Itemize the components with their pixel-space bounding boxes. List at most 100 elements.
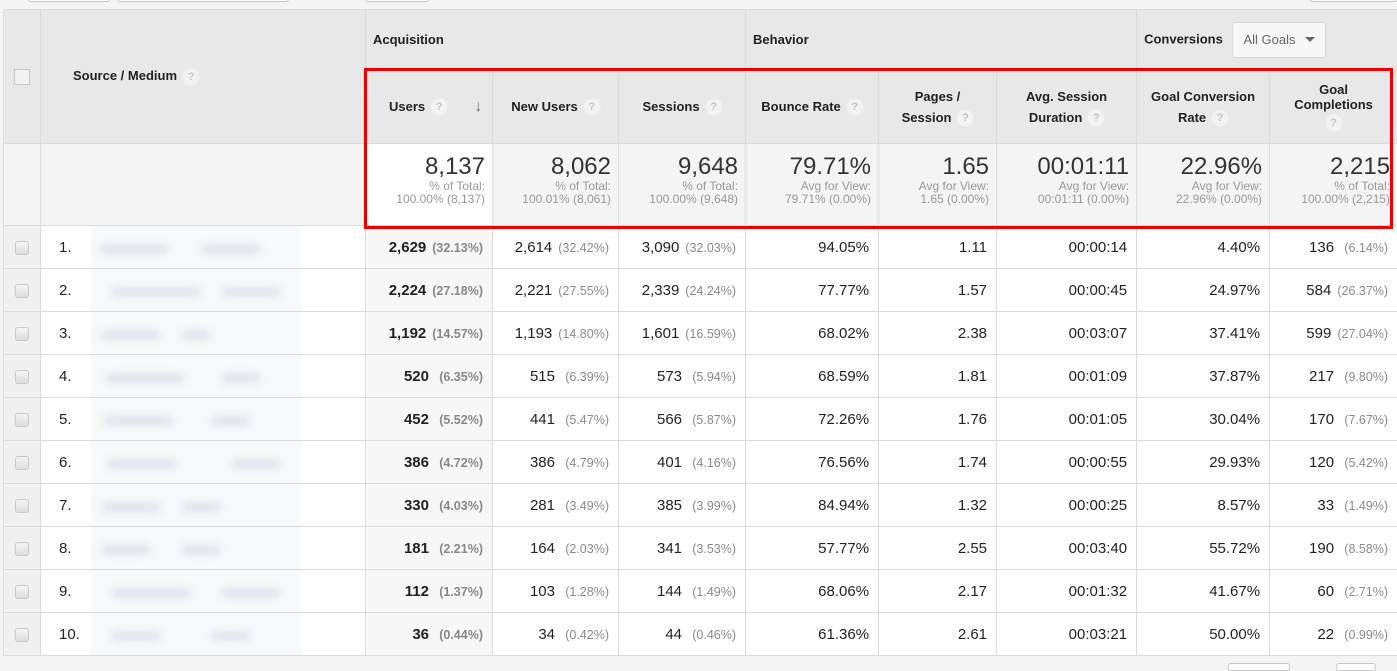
redacted-text xyxy=(181,545,221,555)
help-icon[interactable]: ? xyxy=(1326,115,1342,131)
toolbar-control[interactable] xyxy=(28,0,110,2)
percent-of-total: (3.53%) xyxy=(688,542,736,556)
table-row[interactable]: 5. 452(5.52%) 441(5.47%) 566(5.87%) 72.2… xyxy=(4,398,1397,441)
column-header-avg-session-duration[interactable]: Avg. Session Duration? xyxy=(997,70,1137,144)
value: 386 xyxy=(404,454,429,471)
source-medium-cell: 8. xyxy=(41,527,366,570)
value: 181 xyxy=(404,540,429,557)
pagination-control[interactable] xyxy=(1228,663,1290,671)
row-checkbox[interactable] xyxy=(15,585,29,599)
cell-users: 452(5.52%) xyxy=(366,398,493,441)
goal-selector-dropdown[interactable]: All Goals xyxy=(1232,22,1326,58)
help-icon[interactable]: ? xyxy=(847,99,863,115)
dimension-header[interactable]: Source / Medium? xyxy=(41,10,366,144)
cell-users: 2,629(32.13%) xyxy=(366,226,493,269)
source-medium-link-redacted[interactable] xyxy=(91,484,301,526)
value: 599 xyxy=(1306,325,1331,342)
row-checkbox-cell xyxy=(4,441,41,484)
cell-goal-conversion-rate: 55.72% xyxy=(1137,527,1270,570)
cell-bounce-rate: 68.59% xyxy=(746,355,879,398)
table-row[interactable]: 10. 36(0.44%) 34(0.42%) 44(0.46%) 61.36%… xyxy=(4,613,1397,656)
source-medium-link-redacted[interactable] xyxy=(91,570,301,612)
help-icon[interactable]: ? xyxy=(706,99,722,115)
table-row[interactable]: 8. 181(2.21%) 164(2.03%) 341(3.53%) 57.7… xyxy=(4,527,1397,570)
cell-pages-session: 2.61 xyxy=(879,613,997,656)
source-medium-link-redacted[interactable] xyxy=(91,527,301,569)
percent-of-total: (4.79%) xyxy=(561,456,609,470)
cell-avg-session-duration: 00:03:07 xyxy=(997,312,1137,355)
row-checkbox[interactable] xyxy=(15,284,29,298)
cell-goal-completions: 120(5.42%) xyxy=(1270,441,1397,484)
column-header-pages-session[interactable]: Pages / Session? xyxy=(879,70,997,144)
column-header-bounce-rate[interactable]: Bounce Rate? xyxy=(746,70,879,144)
toolbar-control[interactable] xyxy=(1310,0,1397,2)
redacted-text xyxy=(221,287,281,297)
cell-new-users: 515(6.39%) xyxy=(493,355,619,398)
table-row[interactable]: 6. 386(4.72%) 386(4.79%) 401(4.16%) 76.5… xyxy=(4,441,1397,484)
table-row[interactable]: 1. 2,629(32.13%) 2,614(32.42%) 3,090(32.… xyxy=(4,226,1397,269)
help-icon[interactable]: ? xyxy=(584,99,600,115)
row-checkbox[interactable] xyxy=(15,327,29,341)
column-label: Users xyxy=(389,96,425,117)
table-row[interactable]: 7. 330(4.03%) 281(3.49%) 385(3.99%) 84.9… xyxy=(4,484,1397,527)
table-row[interactable]: 4. 520(6.35%) 515(6.39%) 573(5.94%) 68.5… xyxy=(4,355,1397,398)
cell-new-users: 34(0.42%) xyxy=(493,613,619,656)
column-label-line1: Goal Conversion xyxy=(1151,86,1255,107)
cell-sessions: 1,601(16.59%) xyxy=(619,312,746,355)
source-medium-link-redacted[interactable] xyxy=(91,398,301,440)
totals-checkbox-cell xyxy=(4,144,41,226)
redacted-text xyxy=(181,330,211,340)
column-header-goal-completions[interactable]: Goal Completions ? xyxy=(1270,70,1397,144)
totals-row: 8,137 % of Total: 100.00% (8,137) 8,062 … xyxy=(4,144,1397,226)
cell-pages-session: 1.32 xyxy=(879,484,997,527)
redacted-text xyxy=(101,330,161,340)
table-row[interactable]: 2. 2,224(27.18%) 2,221(27.55%) 2,339(24.… xyxy=(4,269,1397,312)
cell-avg-session-duration: 00:00:45 xyxy=(997,269,1137,312)
source-medium-link-redacted[interactable] xyxy=(91,312,301,354)
source-medium-link-redacted[interactable] xyxy=(91,269,301,311)
source-medium-link-redacted[interactable] xyxy=(91,613,301,655)
percent-of-total: (0.99%) xyxy=(1340,628,1388,642)
redacted-text xyxy=(181,502,221,512)
column-header-new-users[interactable]: New Users? xyxy=(493,70,619,144)
row-checkbox[interactable] xyxy=(15,542,29,556)
toolbar-control[interactable] xyxy=(365,0,429,2)
cell-avg-session-duration: 00:00:25 xyxy=(997,484,1137,527)
value: 281 xyxy=(530,497,555,514)
value: 36 xyxy=(412,626,429,643)
total-new-users: 8,062 % of Total: 100.01% (8,061) xyxy=(493,144,619,226)
column-header-sessions[interactable]: Sessions? xyxy=(619,70,746,144)
row-checkbox-cell xyxy=(4,226,41,269)
column-header-users[interactable]: Users? ↓ xyxy=(366,70,493,144)
toolbar-control[interactable] xyxy=(117,0,289,2)
row-checkbox[interactable] xyxy=(15,413,29,427)
help-icon[interactable]: ? xyxy=(183,69,199,85)
source-medium-link-redacted[interactable] xyxy=(91,441,301,483)
select-all-checkbox[interactable] xyxy=(14,69,30,85)
row-checkbox-cell xyxy=(4,269,41,312)
row-checkbox[interactable] xyxy=(15,456,29,470)
help-icon[interactable]: ? xyxy=(1088,110,1104,126)
value: 164 xyxy=(530,540,555,557)
table-row[interactable]: 3. 1,192(14.57%) 1,193(14.80%) 1,601(16.… xyxy=(4,312,1397,355)
source-medium-link-redacted[interactable] xyxy=(91,355,301,397)
row-checkbox[interactable] xyxy=(15,628,29,642)
row-checkbox[interactable] xyxy=(15,370,29,384)
table-row[interactable]: 9. 112(1.37%) 103(1.28%) 144(1.49%) 68.0… xyxy=(4,570,1397,613)
value: 3,090 xyxy=(642,239,680,256)
percent-of-total: (14.80%) xyxy=(558,327,609,341)
help-icon[interactable]: ? xyxy=(957,110,973,126)
row-checkbox[interactable] xyxy=(15,241,29,255)
redacted-text xyxy=(211,416,251,426)
cell-goal-completions: 217(9.80%) xyxy=(1270,355,1397,398)
column-header-goal-conversion-rate[interactable]: Goal Conversion Rate? xyxy=(1137,70,1270,144)
row-checkbox[interactable] xyxy=(15,499,29,513)
sort-descending-icon[interactable]: ↓ xyxy=(475,96,483,117)
source-medium-link-redacted[interactable] xyxy=(91,226,301,268)
percent-of-total: (0.44%) xyxy=(435,628,483,642)
help-icon[interactable]: ? xyxy=(431,99,447,115)
pagination-control[interactable] xyxy=(1336,663,1376,671)
help-icon[interactable]: ? xyxy=(1212,110,1228,126)
dimension-label: Source / Medium xyxy=(73,68,177,83)
row-index: 6. xyxy=(59,454,72,471)
